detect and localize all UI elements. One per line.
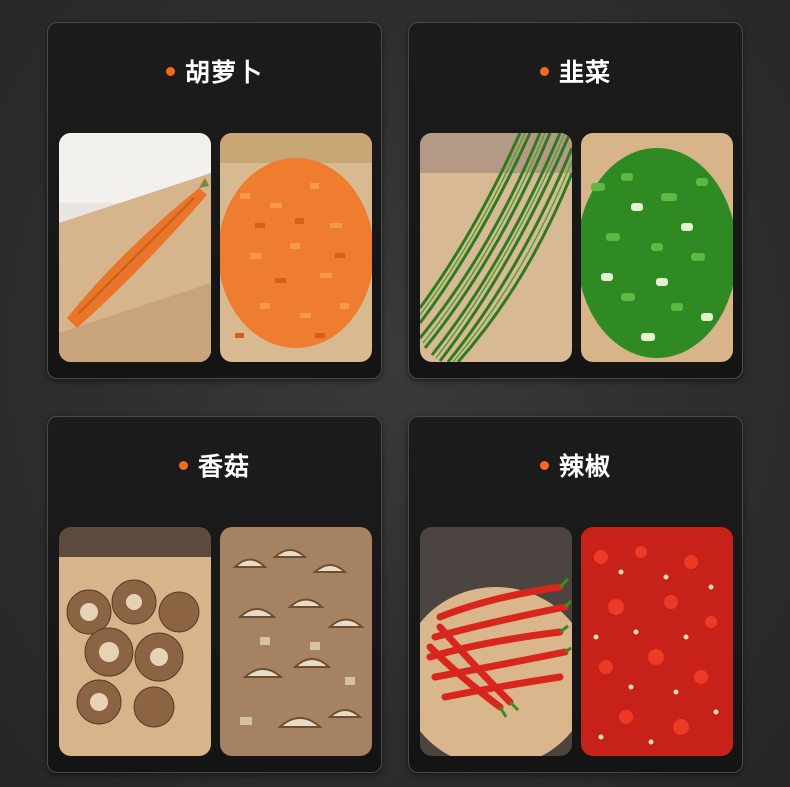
card-title-text: 韭菜 xyxy=(558,58,611,87)
whole-shiitake-image xyxy=(59,527,211,756)
ingredient-card-chili: 辣椒 xyxy=(408,416,743,773)
diced-carrot-image xyxy=(220,133,372,362)
whole-chives-image xyxy=(420,133,572,362)
card-title: 辣椒 xyxy=(409,447,742,483)
sliced-shiitake-image xyxy=(220,527,372,756)
card-title: 香菇 xyxy=(48,447,381,483)
bullet-dot-icon xyxy=(539,460,549,470)
card-title-text: 香菇 xyxy=(197,452,250,481)
whole-carrot-image xyxy=(59,133,211,362)
chopped-scallion-image xyxy=(581,133,733,362)
bullet-dot-icon xyxy=(539,66,549,76)
ingredient-card-carrot: 胡萝卜 xyxy=(47,22,382,379)
card-title-text: 胡萝卜 xyxy=(184,58,263,87)
chopped-chili-image xyxy=(581,527,733,756)
card-title-text: 辣椒 xyxy=(558,452,611,481)
card-title: 韭菜 xyxy=(409,53,742,89)
ingredient-card-shiitake: 香菇 xyxy=(47,416,382,773)
card-title: 胡萝卜 xyxy=(48,53,381,89)
whole-chili-image xyxy=(420,527,572,756)
ingredient-card-chives: 韭菜 xyxy=(408,22,743,379)
bullet-dot-icon xyxy=(165,66,175,76)
bullet-dot-icon xyxy=(178,460,188,470)
